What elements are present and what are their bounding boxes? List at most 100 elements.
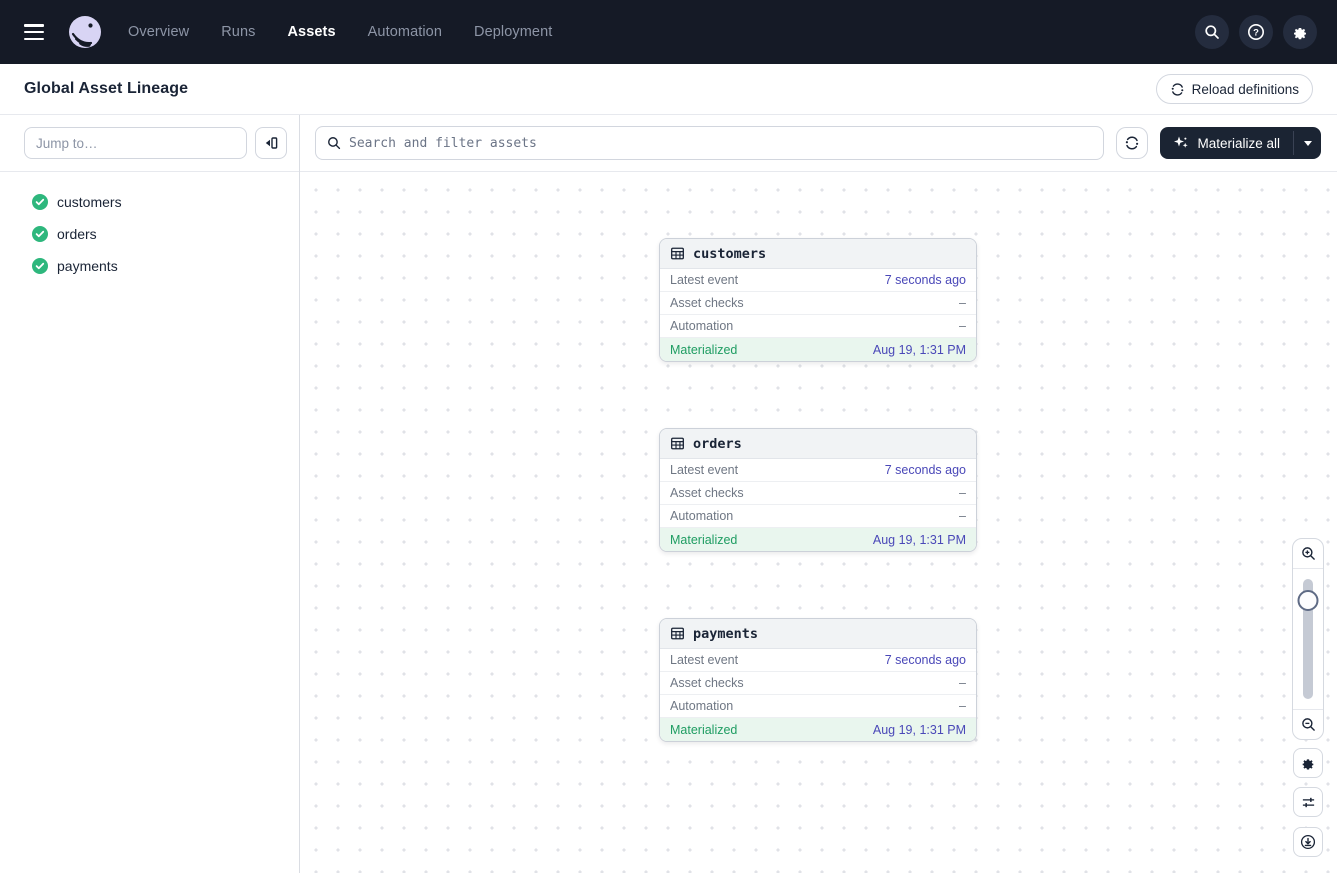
asset-list: customers orders payments — [0, 172, 299, 282]
row-value: – — [959, 699, 966, 713]
status-label: Materialized — [670, 723, 737, 737]
asset-node-header[interactable]: payments — [660, 619, 976, 649]
row-value: – — [959, 509, 966, 523]
sidebar-toolbar — [0, 115, 299, 172]
row-value: – — [959, 676, 966, 690]
row-label: Latest event — [670, 653, 738, 667]
lineage-canvas: Materialize all customers Latest event 7… — [300, 115, 1337, 873]
page-header: Global Asset Lineage Reload definitions — [0, 64, 1337, 115]
latest-event-row: Latest event 7 seconds ago — [660, 269, 976, 292]
nav-menu: Overview Runs Assets Automation Deployme… — [128, 24, 552, 40]
table-icon — [670, 246, 685, 261]
svg-text:?: ? — [1253, 27, 1259, 38]
reload-cycle-icon — [1170, 82, 1185, 97]
row-value: – — [959, 296, 966, 310]
row-label: Automation — [670, 699, 733, 713]
check-circle-icon — [32, 226, 48, 242]
filter-sliders-icon[interactable] — [1293, 787, 1323, 817]
search-icon[interactable] — [1195, 15, 1229, 49]
row-value: – — [959, 486, 966, 500]
row-label: Latest event — [670, 463, 738, 477]
asset-node-orders[interactable]: orders Latest event 7 seconds ago Asset … — [659, 428, 977, 552]
materialize-all-button[interactable]: Materialize all — [1160, 127, 1293, 159]
row-label: Asset checks — [670, 486, 744, 500]
materialized-timestamp-link[interactable]: Aug 19, 1:31 PM — [873, 533, 966, 547]
asset-search-box[interactable] — [315, 126, 1104, 160]
materialized-status-row: Materialized Aug 19, 1:31 PM — [660, 338, 976, 361]
nav-item-overview[interactable]: Overview — [128, 24, 189, 40]
asset-node-header[interactable]: customers — [660, 239, 976, 269]
sidebar-item-customers[interactable]: customers — [0, 186, 299, 218]
top-nav: Overview Runs Assets Automation Deployme… — [0, 0, 1337, 64]
asset-checks-row: Asset checks – — [660, 292, 976, 315]
latest-event-row: Latest event 7 seconds ago — [660, 459, 976, 482]
row-value: – — [959, 319, 966, 333]
row-label: Asset checks — [670, 296, 744, 310]
nav-item-runs[interactable]: Runs — [221, 24, 255, 40]
asset-node-customers[interactable]: customers Latest event 7 seconds ago Ass… — [659, 238, 977, 362]
caret-down-icon — [1304, 141, 1312, 146]
materialized-timestamp-link[interactable]: Aug 19, 1:31 PM — [873, 723, 966, 737]
gear-icon[interactable] — [1283, 15, 1317, 49]
row-label: Latest event — [670, 273, 738, 287]
materialized-status-row: Materialized Aug 19, 1:31 PM — [660, 528, 976, 551]
latest-event-link[interactable]: 7 seconds ago — [885, 653, 966, 667]
latest-event-link[interactable]: 7 seconds ago — [885, 273, 966, 287]
nav-item-assets[interactable]: Assets — [287, 24, 335, 40]
collapse-panel-icon[interactable] — [255, 127, 287, 159]
materialized-status-row: Materialized Aug 19, 1:31 PM — [660, 718, 976, 741]
row-label: Asset checks — [670, 676, 744, 690]
materialized-timestamp-link[interactable]: Aug 19, 1:31 PM — [873, 343, 966, 357]
graph-settings-gear-icon[interactable] — [1293, 748, 1323, 778]
materialize-all-label: Materialize all — [1197, 136, 1280, 151]
automation-row: Automation – — [660, 505, 976, 528]
automation-row: Automation – — [660, 315, 976, 338]
asset-node-name: customers — [693, 246, 766, 262]
row-label: Automation — [670, 509, 733, 523]
zoom-slider-handle[interactable] — [1298, 590, 1319, 611]
check-circle-icon — [32, 258, 48, 274]
materialize-all-group: Materialize all — [1160, 127, 1321, 159]
reload-definitions-button[interactable]: Reload definitions — [1156, 74, 1313, 104]
asset-name: orders — [57, 226, 97, 242]
nav-item-automation[interactable]: Automation — [368, 24, 442, 40]
row-label: Automation — [670, 319, 733, 333]
help-icon[interactable]: ? — [1239, 15, 1273, 49]
jump-to-input[interactable] — [24, 127, 247, 159]
sparkles-icon — [1173, 135, 1189, 151]
asset-node-header[interactable]: orders — [660, 429, 976, 459]
status-label: Materialized — [670, 343, 737, 357]
table-icon — [670, 436, 685, 451]
download-image-icon[interactable] — [1293, 827, 1323, 857]
sidebar-item-orders[interactable]: orders — [0, 218, 299, 250]
asset-sidebar: customers orders payments — [0, 115, 300, 873]
zoom-in-icon[interactable] — [1293, 539, 1323, 569]
nav-actions: ? — [1195, 15, 1317, 49]
zoom-controls — [1292, 538, 1324, 740]
lineage-toolbar: Materialize all — [300, 115, 1337, 172]
asset-search-input[interactable] — [349, 136, 1092, 151]
table-icon — [670, 626, 685, 641]
nav-item-deployment[interactable]: Deployment — [474, 24, 552, 40]
zoom-slider — [1293, 569, 1323, 709]
lineage-graph[interactable]: customers Latest event 7 seconds ago Ass… — [300, 172, 1337, 873]
menu-icon[interactable] — [24, 24, 44, 40]
sidebar-item-payments[interactable]: payments — [0, 250, 299, 282]
refresh-icon[interactable] — [1116, 127, 1148, 159]
asset-checks-row: Asset checks – — [660, 672, 976, 695]
asset-name: customers — [57, 194, 122, 210]
materialize-dropdown-caret[interactable] — [1294, 127, 1321, 159]
status-label: Materialized — [670, 533, 737, 547]
asset-node-name: orders — [693, 436, 742, 452]
check-circle-icon — [32, 194, 48, 210]
asset-checks-row: Asset checks – — [660, 482, 976, 505]
zoom-out-icon[interactable] — [1293, 709, 1323, 739]
asset-node-payments[interactable]: payments Latest event 7 seconds ago Asse… — [659, 618, 977, 742]
page-title: Global Asset Lineage — [24, 80, 188, 98]
automation-row: Automation – — [660, 695, 976, 718]
dagster-logo-icon[interactable] — [68, 15, 102, 49]
reload-definitions-label: Reload definitions — [1192, 82, 1299, 97]
asset-name: payments — [57, 258, 118, 274]
latest-event-link[interactable]: 7 seconds ago — [885, 463, 966, 477]
asset-node-name: payments — [693, 626, 758, 642]
